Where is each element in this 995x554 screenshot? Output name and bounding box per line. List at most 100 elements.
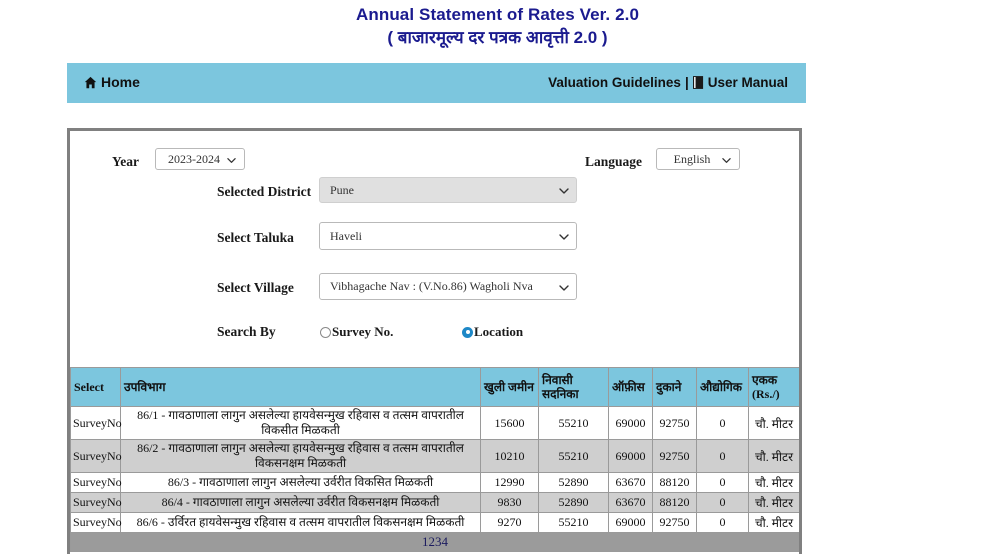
radio-location-button[interactable] — [462, 326, 473, 338]
cell-subdivision: 86/2 - गावठाणाला लागुन असलेल्या हायवेसन्… — [120, 439, 481, 473]
nav-separator: | — [684, 75, 689, 90]
page-title: Annual Statement of Rates Ver. 2.0 ( बाज… — [0, 0, 995, 50]
cell-shops: 92750 — [652, 439, 697, 473]
cell-residential: 55210 — [538, 512, 609, 533]
cell-subdivision: 86/1 - गावठाणाला लागुन असलेल्या हायवेसन्… — [120, 406, 481, 440]
cell-unit: चौ. मीटर — [748, 406, 799, 440]
table-row[interactable]: SurveyNo 86/2 - गावठाणाला लागुन असलेल्या… — [70, 439, 799, 473]
cell-industrial: 0 — [696, 512, 749, 533]
taluka-select[interactable]: Haveli — [319, 222, 577, 250]
table-row[interactable]: SurveyNo 86/6 - उर्विरत हायवेसन्मुख रहिव… — [70, 512, 799, 533]
cell-residential: 55210 — [538, 406, 609, 440]
book-icon — [692, 76, 704, 89]
cell-industrial: 0 — [696, 492, 749, 513]
search-by-label: Search By — [217, 324, 276, 339]
village-label: Select Village — [217, 280, 294, 295]
cell-residential: 52890 — [538, 472, 609, 493]
cell-industrial: 0 — [696, 472, 749, 493]
th-shops: दुकाने — [652, 367, 697, 407]
search-form: Year 2023-2024 Language English Selected… — [70, 131, 799, 367]
cell-open-land: 12990 — [480, 472, 539, 493]
cell-office: 69000 — [608, 439, 653, 473]
th-subdivision: उपविभाग — [120, 367, 481, 407]
radio-survey-no-button[interactable] — [320, 326, 331, 338]
th-select: Select — [70, 367, 121, 407]
cell-shops: 88120 — [652, 472, 697, 493]
cell-unit: चौ. मीटर — [748, 512, 799, 533]
valuation-guidelines-link[interactable]: Valuation Guidelines — [548, 75, 681, 90]
radio-survey-no[interactable]: Survey No. — [320, 324, 393, 340]
cell-industrial: 0 — [696, 439, 749, 473]
nav-home-link[interactable]: Home — [84, 74, 140, 90]
cell-unit: चौ. मीटर — [748, 439, 799, 473]
cell-select[interactable]: SurveyNo — [70, 406, 122, 440]
cell-office: 63670 — [608, 472, 653, 493]
table-body: SurveyNo 86/1 - गावठाणाला लागुन असलेल्या… — [70, 406, 799, 552]
pagination-row: 1234 — [70, 532, 799, 552]
year-select-value: 2023-2024 — [168, 151, 220, 166]
cell-office: 63670 — [608, 492, 653, 513]
cell-select[interactable]: SurveyNo — [70, 472, 122, 493]
cell-shops: 88120 — [652, 492, 697, 513]
cell-unit: चौ. मीटर — [748, 492, 799, 513]
rates-table: Select उपविभाग खुली जमीन निवासी सदनिका ऑ… — [70, 367, 799, 552]
nav-right-group: Valuation Guidelines | User Manual — [548, 75, 788, 90]
cell-subdivision: 86/6 - उर्विरत हायवेसन्मुख रहिवास व तत्स… — [120, 512, 481, 533]
village-select[interactable]: Vibhagache Nav : (V.No.86) Wagholi Nva — [319, 273, 577, 300]
cell-select[interactable]: SurveyNo — [70, 439, 122, 473]
page-title-english: Annual Statement of Rates Ver. 2.0 — [355, 5, 640, 24]
rates-table-wrap: Select उपविभाग खुली जमीन निवासी सदनिका ऑ… — [70, 367, 799, 552]
content-panel: Year 2023-2024 Language English Selected… — [67, 128, 802, 554]
pagination-page-4[interactable]: 4 — [442, 534, 449, 549]
table-row[interactable]: SurveyNo 86/1 - गावठाणाला लागुन असलेल्या… — [70, 406, 799, 440]
chevron-down-icon — [559, 231, 569, 240]
nav-home-label: Home — [101, 74, 140, 90]
village-select-value: Vibhagache Nav : (V.No.86) Wagholi Nva — [330, 279, 533, 293]
th-industrial: औद्योगिक — [696, 367, 749, 407]
table-row[interactable]: SurveyNo 86/4 - गावठाणाला लागुन असलेल्या… — [70, 492, 799, 513]
cell-open-land: 9270 — [480, 512, 539, 533]
cell-subdivision: 86/4 - गावठाणाला लागुन असलेल्या उर्वरीत … — [120, 492, 481, 513]
year-label: Year — [112, 154, 139, 169]
th-residential: निवासी सदनिका — [538, 367, 609, 407]
taluka-select-value: Haveli — [330, 228, 362, 243]
table-header-row: Select उपविभाग खुली जमीन निवासी सदनिका ऑ… — [70, 367, 799, 407]
district-select[interactable]: Pune — [319, 177, 577, 203]
cell-unit: चौ. मीटर — [748, 472, 799, 493]
radio-location-label: Location — [474, 324, 524, 339]
radio-survey-no-label: Survey No. — [332, 324, 394, 339]
user-manual-link[interactable]: User Manual — [708, 75, 788, 90]
radio-location[interactable]: Location — [462, 324, 523, 340]
language-select-value: English — [673, 151, 711, 166]
cell-industrial: 0 — [696, 406, 749, 440]
cell-open-land: 15600 — [480, 406, 539, 440]
th-office: ऑफ़ीस — [608, 367, 653, 407]
th-unit: एकक (Rs./) — [748, 367, 799, 407]
chevron-down-icon — [559, 282, 569, 291]
table-row[interactable]: SurveyNo 86/3 - गावठाणाला लागुन असलेल्या… — [70, 472, 799, 493]
chevron-down-icon — [227, 154, 236, 163]
chevron-down-icon — [559, 185, 569, 194]
pagination-cell: 1234 — [70, 532, 799, 552]
cell-residential: 55210 — [538, 439, 609, 473]
year-select[interactable]: 2023-2024 — [155, 148, 245, 170]
home-icon — [84, 76, 97, 89]
cell-office: 69000 — [608, 406, 653, 440]
page-root: Annual Statement of Rates Ver. 2.0 ( बाज… — [0, 0, 995, 554]
taluka-label: Select Taluka — [217, 230, 294, 245]
cell-open-land: 9830 — [480, 492, 539, 513]
cell-office: 69000 — [608, 512, 653, 533]
cell-shops: 92750 — [652, 512, 697, 533]
th-open-land: खुली जमीन — [480, 367, 539, 407]
district-select-value: Pune — [330, 182, 354, 197]
language-select[interactable]: English — [656, 148, 740, 170]
district-label: Selected District — [217, 184, 312, 199]
cell-select[interactable]: SurveyNo — [70, 492, 122, 513]
chevron-down-icon — [722, 154, 731, 163]
language-label: Language — [585, 154, 643, 169]
cell-subdivision: 86/3 - गावठाणाला लागुन असलेल्या उर्वरीत … — [120, 472, 481, 493]
navigation-bar: Home Valuation Guidelines | User Manual — [67, 63, 806, 103]
cell-select[interactable]: SurveyNo — [70, 512, 122, 533]
cell-shops: 92750 — [652, 406, 697, 440]
cell-residential: 52890 — [538, 492, 609, 513]
